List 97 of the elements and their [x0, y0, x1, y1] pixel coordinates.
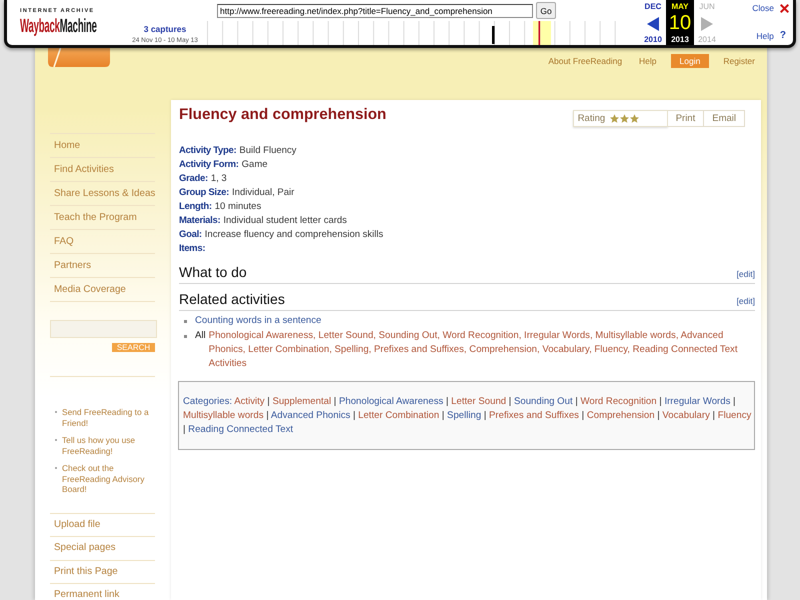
category-link[interactable]: Advanced Phonics	[270, 410, 350, 421]
field-label: Items:	[179, 242, 206, 256]
calendar-month[interactable]: DEC	[644, 2, 662, 12]
related-activity-link[interactable]: Phonological Awareness, Letter Sound, Sounding Out, Word Recognition, Irregular Words, Multisyllable words, Advanced Phonics, Letter Combination, Spelling, Prefixes and Suffixes, Comprehension, Vocabulary, Fluency, Reading Connected Text Activities	[208, 329, 755, 371]
link-separator: |	[352, 410, 356, 421]
rating-label: Rating	[578, 113, 606, 124]
category-link[interactable]: Sounding Out	[514, 396, 573, 407]
sidebar-link[interactable]: Home	[50, 133, 155, 157]
link-separator: |	[446, 396, 448, 407]
sidebar-tool-link[interactable]: Special pages	[50, 536, 155, 560]
link-separator: |	[508, 396, 512, 407]
related-activity-link[interactable]: Counting words in a sentence	[195, 314, 322, 328]
category-link[interactable]: Comprehension	[586, 410, 655, 421]
field-value: 1, 3	[210, 172, 227, 186]
category-link[interactable]: Supplemental	[272, 396, 332, 407]
sidebar-link[interactable]: Find Activities	[50, 157, 155, 181]
field-label: Group Size:	[179, 186, 230, 200]
sidebar-tool-link[interactable]: Upload file	[50, 512, 155, 536]
page-title: Fluency and comprehension	[179, 105, 386, 125]
help-link[interactable]: Help ?	[756, 30, 789, 42]
sidebar-link[interactable]: FAQ	[50, 229, 155, 253]
promo-link[interactable]: Tell us how you use FreeReading!	[62, 435, 154, 456]
header-link[interactable]: Help	[636, 54, 660, 68]
section-heading: Related activities	[179, 290, 285, 308]
field-label: Grade:	[179, 172, 208, 186]
categories-label: Categories:	[183, 396, 232, 407]
category-link[interactable]: Prefixes and Suffixes	[489, 410, 579, 421]
section-heading: What to do	[179, 263, 247, 281]
page-action-button[interactable]: Print	[668, 110, 704, 127]
link-separator: |	[183, 424, 186, 435]
field-label: Activity Type:	[179, 144, 236, 158]
field-label: Activity Form:	[179, 158, 239, 172]
wayback-logo[interactable]: WaybackMachine	[20, 17, 100, 37]
link-separator: |	[267, 396, 270, 407]
promo-link[interactable]: Check out the FreeReading Advisory Board!	[62, 463, 154, 494]
field-value: Increase fluency and comprehension skills	[204, 228, 384, 242]
category-link[interactable]: Reading Connected Text	[188, 424, 294, 435]
star-rating[interactable]	[610, 114, 640, 123]
promo-link[interactable]: Send FreeReading to a Friend!	[62, 407, 154, 428]
header-link[interactable]: Register	[720, 54, 758, 68]
close-button[interactable]: Close	[752, 2, 789, 14]
category-link[interactable]: Multisyllable words	[183, 410, 264, 421]
star-icon	[610, 114, 620, 123]
category-link[interactable]: Activity	[234, 396, 265, 407]
field-value: 10 minutes	[214, 200, 262, 214]
calendar-year[interactable]: 2010	[644, 35, 662, 45]
field-label: Length:	[179, 200, 212, 214]
link-separator: |	[582, 410, 584, 421]
captures-link[interactable]: 3 captures	[144, 24, 186, 35]
search-field[interactable]	[50, 320, 157, 338]
site-logo[interactable]	[48, 48, 110, 67]
calendar-year: 2013	[671, 35, 689, 45]
link-separator: |	[484, 410, 486, 421]
link-separator: |	[659, 396, 662, 407]
edit-link[interactable]: [edit]	[736, 269, 755, 279]
sidebar-tool-link[interactable]: Print this Page	[50, 560, 155, 583]
category-link[interactable]: Irregular Words	[664, 396, 730, 407]
sidebar-link[interactable]: Partners	[50, 253, 155, 277]
link-separator: |	[266, 410, 269, 421]
category-link[interactable]: Letter Sound	[451, 396, 506, 407]
bullet-icon	[184, 335, 187, 338]
field-value: Individual, Pair	[232, 186, 294, 200]
link-separator: |	[733, 396, 736, 407]
link-separator: |	[712, 410, 716, 421]
go-button[interactable]: Go	[536, 2, 556, 19]
category-link[interactable]: Vocabulary	[662, 410, 710, 421]
star-icon	[620, 114, 630, 123]
header-link[interactable]: About FreeReading	[545, 54, 626, 68]
calendar-day: 10	[668, 12, 692, 35]
login-button[interactable]: Login	[670, 54, 710, 68]
category-link[interactable]: Fluency	[718, 410, 752, 421]
sidebar-tool-link[interactable]: Permanent link	[50, 583, 155, 600]
sidebar-link[interactable]: Share Lessons & Ideas	[50, 181, 155, 205]
bullet-icon	[184, 320, 187, 323]
category-link[interactable]: Letter Combination	[358, 410, 440, 421]
field-value: Game	[242, 158, 268, 172]
calendar-month: MAY	[671, 2, 689, 12]
category-link[interactable]: Word Recognition	[580, 396, 657, 407]
field-value: Build Fluency	[239, 144, 296, 158]
link-separator: |	[442, 410, 444, 421]
field-label: Goal:	[179, 228, 202, 242]
edit-link[interactable]: [edit]	[736, 296, 755, 306]
category-link[interactable]: Spelling	[447, 410, 482, 421]
field-label: Materials:	[179, 214, 220, 228]
left-arrow-icon[interactable]	[647, 16, 659, 30]
link-separator: |	[575, 396, 578, 407]
sidebar-link[interactable]: Media Coverage	[50, 277, 155, 301]
link-separator: |	[657, 410, 660, 421]
star-icon	[630, 114, 640, 123]
sidebar-link[interactable]: Teach the Program	[50, 205, 155, 229]
link-separator: |	[334, 396, 336, 407]
field-value: Individual student letter cards	[223, 214, 347, 228]
category-link[interactable]: Phonological Awareness	[338, 396, 444, 407]
url-field[interactable]: http://www.freereading.net/index.php?title=Fluency_and_comprehension	[217, 4, 533, 18]
related-prefix: All	[195, 329, 206, 343]
page-action-button[interactable]: Email	[704, 110, 745, 127]
close-icon	[780, 4, 789, 12]
